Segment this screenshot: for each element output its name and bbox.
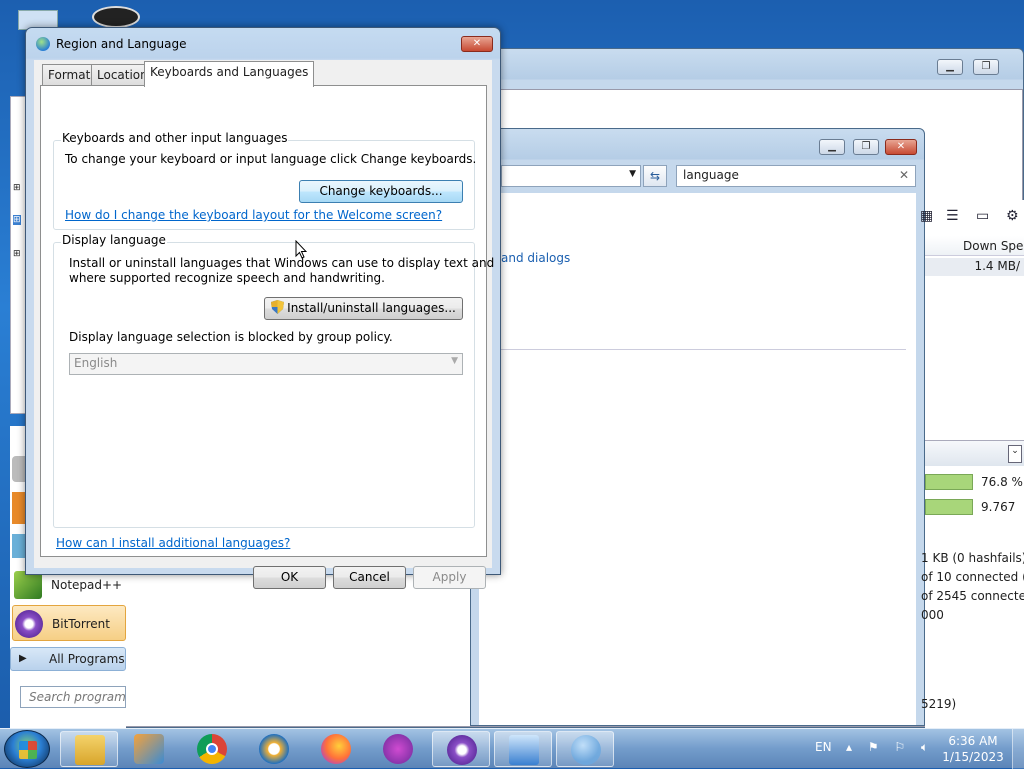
expand-icon[interactable]: ⊞ <box>13 249 21 259</box>
show-desktop-button[interactable] <box>1012 729 1024 769</box>
address-bar[interactable]: ▼ <box>501 165 641 187</box>
clock-time[interactable]: 6:36 AM <box>942 734 1004 748</box>
install-uninstall-languages-button[interactable]: Install/uninstall languages... <box>264 297 463 320</box>
install-button-label: Install/uninstall languages... <box>287 301 456 315</box>
info-wasted: 1 KB (0 hashfails) <box>921 551 1024 565</box>
cancel-button[interactable]: Cancel <box>333 566 406 589</box>
maximize-button[interactable]: ❐ <box>973 59 999 75</box>
display-language-title: Display language <box>61 233 167 247</box>
globe-icon <box>36 37 50 51</box>
minimize-button[interactable]: ▁ <box>937 59 963 75</box>
apply-button[interactable]: Apply <box>413 566 486 589</box>
start-menu-item-label: Notepad++ <box>51 578 123 592</box>
display-language-description-2: where supported recognize speech and han… <box>69 271 385 285</box>
taskbar-bittorrent[interactable] <box>432 731 490 767</box>
control-panel-content <box>479 193 916 725</box>
bittorrent-icon <box>15 610 43 638</box>
clear-search-icon[interactable]: ✕ <box>899 168 909 182</box>
taskbar-media-player[interactable] <box>120 731 178 767</box>
chevron-down-icon[interactable]: ⌄ <box>1008 445 1022 463</box>
welcome-screen-keyboard-link[interactable]: How do I change the keyboard layout for … <box>65 208 442 222</box>
start-button[interactable] <box>4 730 50 768</box>
taskbar-keepass[interactable] <box>245 731 303 767</box>
lock-icon <box>259 734 289 764</box>
change-keyboards-button[interactable]: Change keyboards... <box>299 180 463 203</box>
taskbar-region-language[interactable] <box>556 731 614 767</box>
install-additional-languages-link[interactable]: How can I install additional languages? <box>56 536 290 550</box>
taskbar-firefox[interactable] <box>307 731 365 767</box>
ok-button[interactable]: OK <box>253 566 326 589</box>
globe-icon <box>571 735 601 765</box>
close-button[interactable]: ✕ <box>461 36 493 52</box>
info-seeds: of 10 connected ( <box>921 570 1024 584</box>
start-menu-item-label: BitTorrent <box>52 617 110 631</box>
ratio-progress-bar <box>925 499 973 515</box>
folder-icon <box>75 735 105 765</box>
taskbar-explorer[interactable] <box>60 731 118 767</box>
monitor-icon[interactable]: ▭ <box>976 208 994 224</box>
dropdown-arrow-icon[interactable]: ▼ <box>629 169 636 179</box>
desktop-icon-2[interactable] <box>92 6 140 28</box>
gear-icon[interactable]: ⚙ <box>1006 208 1024 224</box>
display-language-value: English <box>74 356 118 370</box>
list-view-icon[interactable]: ☰ <box>946 208 964 224</box>
tab-keyboards-languages[interactable]: Keyboards and Languages <box>144 61 315 87</box>
search-input-value: language <box>683 168 739 182</box>
taskbar: EN ▴ ⚑ ⚐ 🔈︎ 6:36 AM 1/15/2023 <box>0 728 1024 769</box>
info-value: 000 <box>921 608 944 622</box>
maximize-button[interactable]: ❐ <box>853 139 879 155</box>
column-header-down-speed[interactable]: Down Speed <box>925 236 1024 256</box>
dropdown-arrow-icon: ▼ <box>451 356 458 366</box>
mouse-cursor-icon <box>295 240 307 259</box>
search-input[interactable]: language ✕ <box>676 165 916 187</box>
minimize-button[interactable]: ▁ <box>819 139 845 155</box>
availability-value: 76.8 % <box>981 475 1023 489</box>
dialog-body: Formats Location Keyboards and Languages… <box>34 60 494 589</box>
taskbar-chrome[interactable] <box>183 731 241 767</box>
control-panel-window[interactable]: ▁ ❐ ✕ ▼ ⇆ language ✕ and dialogs <box>470 128 925 726</box>
bittorrent-detail-tabs: ⌄ <box>925 440 1024 466</box>
region-language-dialog[interactable]: Region and Language ✕ Formats Location K… <box>25 27 501 589</box>
firefox-icon <box>321 734 351 764</box>
keyboards-group-title: Keyboards and other input languages <box>61 131 289 145</box>
ratio-value: 9.767 <box>981 500 1016 514</box>
mask-icon <box>383 734 413 764</box>
expand-icon[interactable]: ⊞ <box>13 183 21 193</box>
taskbar-app-mask[interactable] <box>369 731 427 767</box>
divider <box>501 349 906 350</box>
torrent-down-speed: 1.4 MB/ <box>925 258 1024 276</box>
system-tray-icons[interactable]: ▴ ⚑ ⚐ 🔈︎ <box>846 740 934 755</box>
chrome-icon <box>197 734 227 764</box>
language-indicator[interactable]: EN <box>815 740 832 754</box>
start-menu-item-bittorrent[interactable]: BitTorrent <box>12 605 126 641</box>
refresh-icon[interactable]: ⇆ <box>643 165 667 187</box>
control-panel-icon <box>509 735 539 765</box>
bittorrent-icon <box>447 735 477 765</box>
uac-shield-icon <box>271 300 285 314</box>
all-programs-button[interactable]: ▶ All Programs <box>10 647 126 671</box>
media-player-icon <box>134 734 164 764</box>
keyboards-description: To change your keyboard or input languag… <box>65 152 477 166</box>
display-language-description-1: Install or uninstall languages that Wind… <box>69 256 495 270</box>
dialog-title: Region and Language <box>56 37 187 51</box>
start-search-input[interactable]: Search programs and files <box>20 686 126 708</box>
tab-panel: Keyboards and other input languages To c… <box>40 85 494 557</box>
all-programs-label: All Programs <box>49 652 125 666</box>
triangle-right-icon: ▶ <box>19 653 27 664</box>
taskbar-control-panel[interactable] <box>494 731 552 767</box>
expand-icon[interactable]: ⊞ <box>13 215 21 225</box>
close-button[interactable]: ✕ <box>885 139 917 155</box>
availability-progress-bar <box>925 474 973 490</box>
clock-date[interactable]: 1/15/2023 <box>942 750 1004 764</box>
info-peers: of 2545 connected <box>921 589 1024 603</box>
info-pieces: 5219) <box>921 697 957 711</box>
control-panel-link[interactable]: and dialogs <box>501 251 570 265</box>
display-language-select[interactable]: English ▼ <box>69 353 463 375</box>
windows-logo-icon <box>19 741 37 759</box>
notepadpp-icon <box>14 571 42 599</box>
toolbar-icon[interactable]: ▦ <box>920 208 938 224</box>
blocked-by-policy-text: Display language selection is blocked by… <box>69 330 393 344</box>
start-menu-tree: ⊞ ⊞ ⊞ <box>10 96 26 414</box>
